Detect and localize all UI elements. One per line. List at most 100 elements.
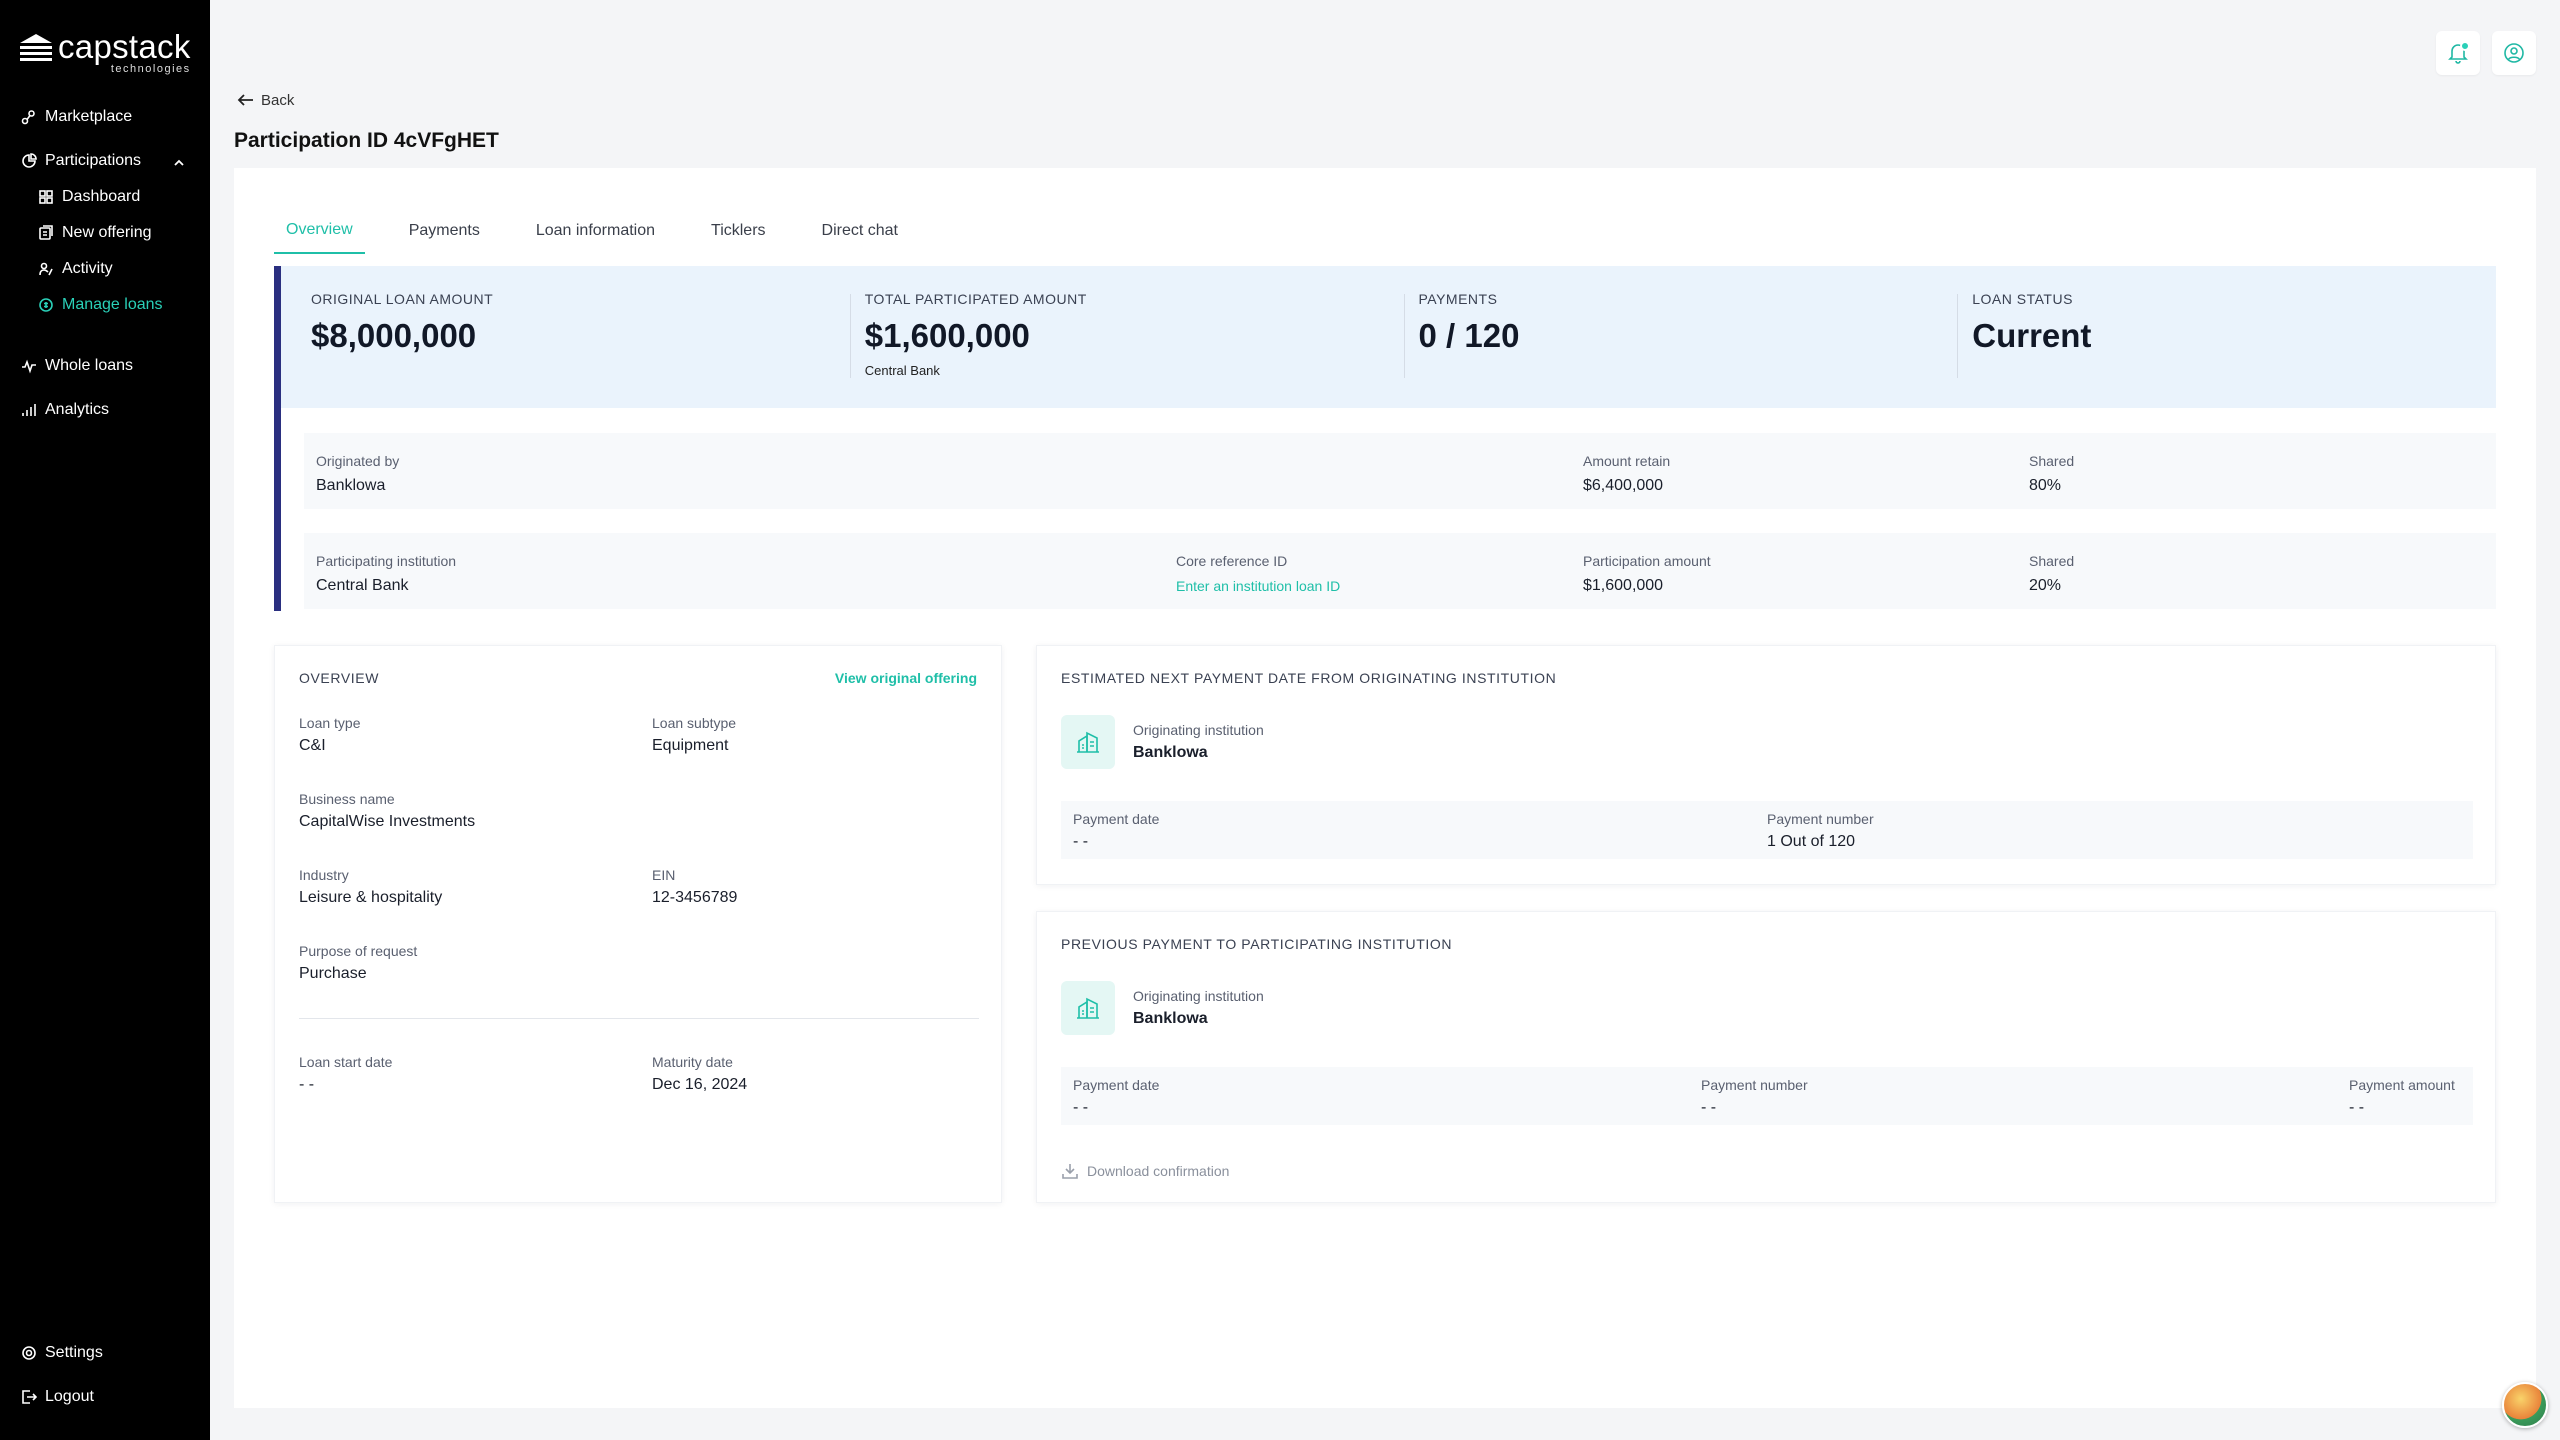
sidebar-item-dashboard[interactable]: Dashboard xyxy=(37,188,140,206)
panel-title: OVERVIEW xyxy=(299,670,380,686)
sidebar-item-new-offering[interactable]: New offering xyxy=(37,224,152,242)
chevron-up-icon[interactable] xyxy=(172,156,186,170)
tab-ticklers[interactable]: Ticklers xyxy=(699,208,778,254)
field-value: Leisure & hospitality xyxy=(299,889,443,906)
sidebar-item-label: Analytics xyxy=(45,401,110,418)
stat-sub: Central Bank xyxy=(864,363,940,378)
sidebar-item-marketplace[interactable]: Marketplace xyxy=(20,108,132,126)
field-label: Payment number xyxy=(1701,1077,1808,1093)
notification-dot xyxy=(2460,41,2470,51)
tab-loan-information[interactable]: Loan information xyxy=(524,208,667,254)
field-label: Participation amount xyxy=(1583,553,1711,569)
payment-date: Payment date - - xyxy=(1073,811,1159,851)
field-value: C&I xyxy=(299,737,326,754)
field-label: Industry xyxy=(299,867,349,883)
stat-label: PAYMENTS xyxy=(1418,291,1498,307)
sidebar-item-label: New offering xyxy=(62,224,152,241)
payment-number: Payment number - - xyxy=(1701,1077,1808,1117)
field-label: Loan subtype xyxy=(652,715,737,731)
stat-value: Current xyxy=(1972,317,2092,354)
field-value: Banklowa xyxy=(316,477,386,494)
enter-loan-id-link[interactable]: Enter an institution loan ID xyxy=(1176,578,1340,594)
field-value: - - xyxy=(1701,1099,1717,1116)
stat-payments: PAYMENTS 0 / 120 xyxy=(1389,266,1943,408)
notifications-button[interactable] xyxy=(2436,31,2480,75)
pie-chart-icon xyxy=(20,152,38,170)
field-value: Dec 16, 2024 xyxy=(652,1076,748,1093)
sidebar-item-analytics[interactable]: Analytics xyxy=(20,401,109,419)
field-label: Amount retain xyxy=(1583,453,1671,469)
field-label: Core reference ID xyxy=(1176,553,1288,569)
download-confirmation-button[interactable]: Download confirmation xyxy=(1061,1162,1229,1180)
field-label: Maturity date xyxy=(652,1054,733,1070)
field-label: Payment date xyxy=(1073,1077,1160,1093)
amount-retain: Amount retain $6,400,000 xyxy=(1583,453,1670,495)
overview-panel: OVERVIEW View original offering Loan typ… xyxy=(274,645,1002,1203)
view-original-offering-link[interactable]: View original offering xyxy=(835,670,977,686)
industry: Industry Leisure & hospitality xyxy=(299,867,442,907)
originating-institution: Originating institution Banklowa xyxy=(1061,981,1264,1035)
field-label: Payment date xyxy=(1073,811,1160,827)
maturity-date: Maturity date Dec 16, 2024 xyxy=(652,1054,747,1094)
brand-name: capstack xyxy=(58,28,191,65)
field-label: Payment amount xyxy=(2349,1077,2455,1093)
main-card: Overview Payments Loan information Tickl… xyxy=(234,168,2536,1408)
participation-amount: Participation amount $1,600,000 xyxy=(1583,553,1711,595)
origination-row: Originated by Banklowa Amount retain $6,… xyxy=(304,433,2496,509)
profile-button[interactable] xyxy=(2492,31,2536,75)
download-icon xyxy=(1062,1164,1078,1179)
user-icon xyxy=(2504,43,2524,63)
payment-date: Payment date - - xyxy=(1073,1077,1159,1117)
payment-amount: Payment amount - - xyxy=(2349,1077,2455,1117)
panel-title: PREVIOUS PAYMENT TO PARTICIPATING INSTIT… xyxy=(1061,936,1453,952)
tab-direct-chat[interactable]: Direct chat xyxy=(810,208,910,254)
field-value: Banklowa xyxy=(1133,744,1208,761)
field-label: Loan type xyxy=(299,715,361,731)
new-offering-icon xyxy=(37,224,55,242)
loan-summary: ORIGINAL LOAN AMOUNT $8,000,000 TOTAL PA… xyxy=(274,266,2496,611)
sidebar-item-participations[interactable]: Participations xyxy=(20,152,141,170)
sidebar-item-manage-loans[interactable]: Manage loans xyxy=(37,296,163,314)
field-label: Loan start date xyxy=(299,1054,393,1070)
assistant-avatar[interactable] xyxy=(2502,1382,2548,1428)
field-label: Originating institution xyxy=(1133,988,1264,1004)
sidebar-item-label: Settings xyxy=(45,1344,103,1361)
previous-payment-panel: PREVIOUS PAYMENT TO PARTICIPATING INSTIT… xyxy=(1036,911,2496,1203)
tab-overview[interactable]: Overview xyxy=(274,208,365,254)
stat-label: ORIGINAL LOAN AMOUNT xyxy=(311,291,494,307)
stat-value: 0 / 120 xyxy=(1418,317,1520,354)
field-value: $1,600,000 xyxy=(1583,577,1664,594)
shared-participant: Shared 20% xyxy=(2029,553,2074,595)
logo[interactable]: capstack technologies xyxy=(18,30,191,75)
manage-loans-icon xyxy=(37,296,55,314)
sidebar-item-settings[interactable]: Settings xyxy=(20,1344,103,1362)
arrow-left-icon xyxy=(237,94,253,106)
sidebar-item-activity[interactable]: Activity xyxy=(37,260,113,278)
tab-payments[interactable]: Payments xyxy=(397,208,492,254)
field-label: EIN xyxy=(652,867,676,883)
payment-number: Payment number 1 Out of 120 xyxy=(1767,811,1874,851)
sidebar-item-logout[interactable]: Logout xyxy=(20,1388,94,1406)
field-value: $6,400,000 xyxy=(1583,477,1664,494)
purpose-of-request: Purpose of request Purchase xyxy=(299,943,417,983)
field-label: Shared xyxy=(2029,553,2075,569)
business-name: Business name CapitalWise Investments xyxy=(299,791,475,831)
sidebar-item-label: Marketplace xyxy=(45,108,133,125)
shared-originator: Shared 80% xyxy=(2029,453,2074,495)
building-icon xyxy=(1061,981,1115,1035)
gear-icon xyxy=(20,1344,38,1362)
stats-strip: ORIGINAL LOAN AMOUNT $8,000,000 TOTAL PA… xyxy=(281,266,2496,408)
stat-value: $1,600,000 xyxy=(864,317,1030,354)
field-label: Payment number xyxy=(1767,811,1874,827)
sidebar-item-label: Dashboard xyxy=(62,188,141,205)
sidebar-item-whole-loans[interactable]: Whole loans xyxy=(20,357,133,375)
previous-payment-row: Payment date - - Payment number - - Paym… xyxy=(1061,1067,2473,1125)
back-link[interactable]: Back xyxy=(236,90,294,110)
grid-icon xyxy=(37,188,55,206)
activity-icon xyxy=(37,260,55,278)
participation-row: Participating institution Central Bank C… xyxy=(304,533,2496,609)
field-value: - - xyxy=(2349,1099,2365,1116)
pulse-icon xyxy=(20,357,38,375)
loan-type: Loan type C&I xyxy=(299,715,361,755)
originated-by: Originated by Banklowa xyxy=(316,453,399,495)
